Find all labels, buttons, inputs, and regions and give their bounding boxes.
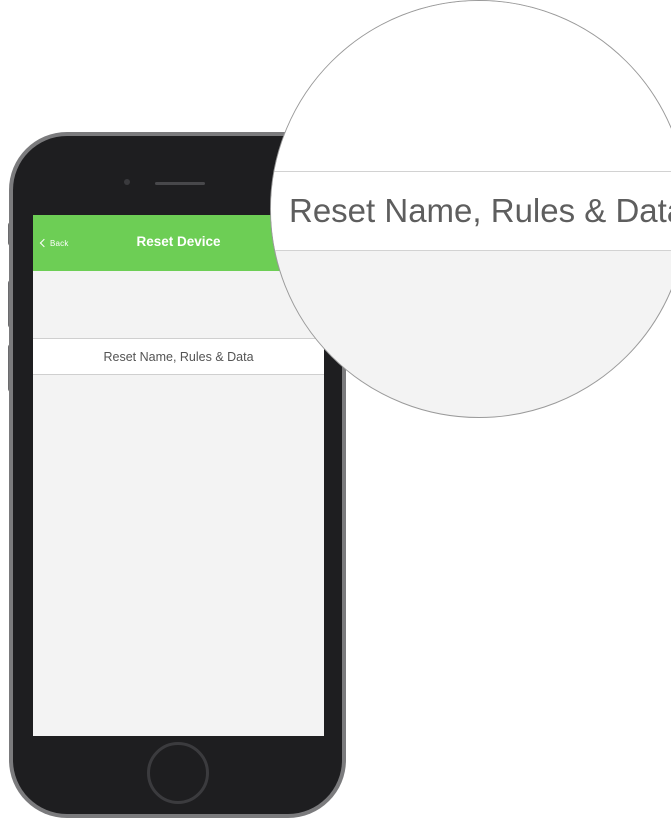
reset-name-rules-data-row[interactable]: Reset Name, Rules & Data [33,338,324,375]
magnifier-background-top [271,1,671,171]
earpiece-speaker [155,182,205,185]
magnified-reset-row: Reset Name, Rules & Data [271,171,671,251]
phone-screen: Back Reset Device Reset Name, Rules & Da… [33,215,324,736]
front-camera [124,179,130,185]
reset-name-rules-data-label: Reset Name, Rules & Data [103,349,254,364]
magnifier-callout: Reset Name, Rules & Data [270,0,671,418]
home-button[interactable] [147,742,209,804]
stage: Back Reset Device Reset Name, Rules & Da… [0,0,671,819]
magnified-reset-label: Reset Name, Rules & Data [289,192,671,229]
